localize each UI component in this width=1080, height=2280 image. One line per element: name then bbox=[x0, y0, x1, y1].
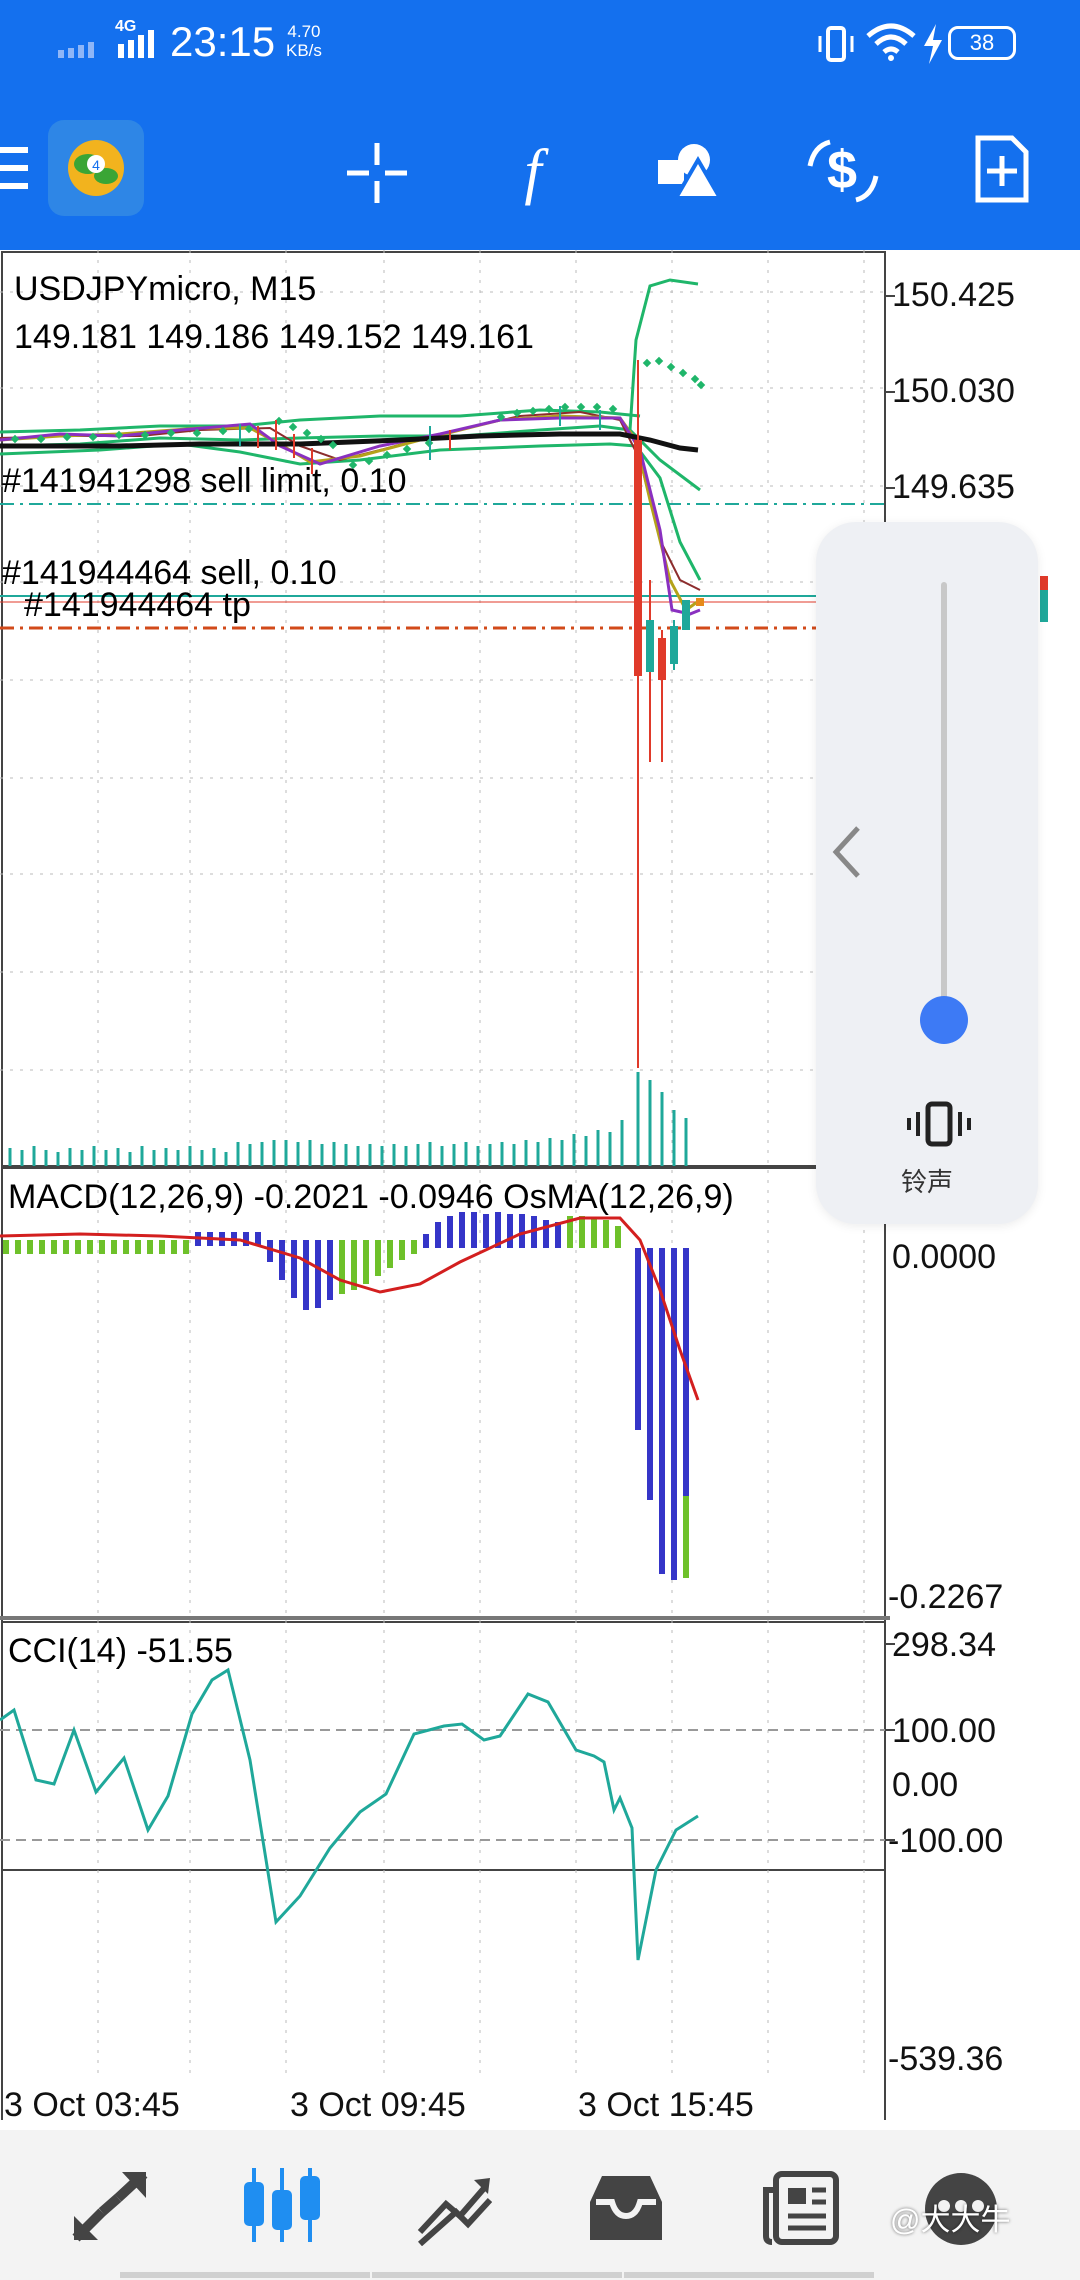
status-bar: 4G 23:15 4.70 KB/s 38 bbox=[0, 0, 1080, 88]
svg-text:f: f bbox=[524, 138, 549, 206]
macd-histogram bbox=[3, 1212, 689, 1580]
vibrate-icon bbox=[818, 26, 854, 62]
macd-axis-bottom: -0.2267 bbox=[888, 1578, 1004, 1616]
tp-label: #141944464 tp bbox=[24, 586, 251, 624]
chart-icon[interactable] bbox=[240, 2164, 324, 2246]
vibrate-mode-icon[interactable] bbox=[906, 1100, 972, 1148]
signal-icon bbox=[58, 30, 154, 58]
tab-indicator-3 bbox=[624, 2272, 874, 2278]
tab-indicator-2 bbox=[372, 2272, 622, 2278]
quotes-icon[interactable] bbox=[72, 2172, 148, 2242]
macd-axis-top: 0.0000 bbox=[892, 1238, 996, 1276]
ringtone-label: 铃声 bbox=[900, 1167, 953, 1197]
price-label-1: 150.425 bbox=[892, 276, 1015, 314]
trade-icon[interactable] bbox=[416, 2170, 492, 2246]
ohlc-values: 149.181 149.186 149.152 149.161 bbox=[14, 318, 534, 356]
speed-unit: KB/s bbox=[286, 41, 322, 60]
cci-label: CCI(14) -51.55 bbox=[8, 1632, 233, 1670]
volume-slider-track[interactable] bbox=[941, 582, 947, 1022]
volume-slider-thumb[interactable] bbox=[920, 996, 968, 1044]
time-label-1: 3 Oct 03:45 bbox=[4, 2086, 180, 2124]
indicator-f-icon[interactable]: f bbox=[508, 136, 558, 206]
crosshair-icon[interactable] bbox=[347, 143, 407, 203]
cci-series bbox=[0, 1667, 699, 1961]
mt4-app-icon[interactable]: 4 bbox=[48, 120, 144, 216]
last-price-marker bbox=[696, 598, 704, 606]
network-speed: 4.70 KB/s bbox=[286, 22, 322, 60]
svg-text:$: $ bbox=[827, 140, 857, 200]
volume-panel[interactable]: 铃声 bbox=[816, 522, 1038, 1224]
news-icon[interactable] bbox=[762, 2170, 840, 2246]
history-icon[interactable] bbox=[586, 2172, 666, 2244]
battery-icon: 38 bbox=[948, 26, 1016, 60]
network-type: 4G bbox=[115, 18, 137, 35]
menu-icon[interactable] bbox=[0, 143, 30, 193]
price-label-2: 150.030 bbox=[892, 372, 1015, 410]
chevron-left-icon[interactable] bbox=[828, 822, 868, 882]
time-label-2: 3 Oct 09:45 bbox=[290, 2086, 466, 2124]
wifi-icon bbox=[866, 23, 916, 61]
clock: 23:15 bbox=[170, 18, 276, 65]
objects-icon[interactable] bbox=[656, 138, 720, 202]
charging-icon bbox=[924, 24, 942, 64]
svg-text:4: 4 bbox=[92, 157, 100, 173]
cci-axis-minus100: -100.00 bbox=[888, 1822, 1004, 1860]
symbol-timeframe: USDJPYmicro, M15 bbox=[14, 270, 317, 308]
battery-level: 38 bbox=[969, 30, 995, 55]
watermark: @大大牛 bbox=[890, 2204, 1011, 2237]
sell-limit-label: #141941298 sell limit, 0.10 bbox=[2, 462, 407, 500]
cci-axis-min: -539.36 bbox=[888, 2040, 1004, 2078]
price-tick-marker bbox=[1040, 576, 1048, 622]
cci-axis-100: 100.00 bbox=[892, 1712, 996, 1750]
time-label-3: 3 Oct 15:45 bbox=[578, 2086, 754, 2124]
speed-value: 4.70 bbox=[287, 22, 321, 41]
tab-indicator bbox=[120, 2272, 370, 2278]
cci-axis-max: 298.34 bbox=[892, 1626, 996, 1664]
horizontal-gridlines bbox=[0, 291, 885, 1071]
price-label-3: 149.635 bbox=[892, 468, 1015, 506]
trade-dollar-icon[interactable]: $ bbox=[806, 136, 880, 206]
new-order-icon[interactable] bbox=[974, 134, 1030, 204]
toolbar: 4 f $ bbox=[0, 88, 1080, 250]
volume-bars bbox=[8, 1072, 688, 1166]
macd-label: MACD(12,26,9) -0.2021 -0.0946 OsMA(12,26… bbox=[8, 1178, 734, 1216]
cci-axis-0: 0.00 bbox=[892, 1766, 959, 1804]
cci-line bbox=[0, 1670, 885, 1920]
